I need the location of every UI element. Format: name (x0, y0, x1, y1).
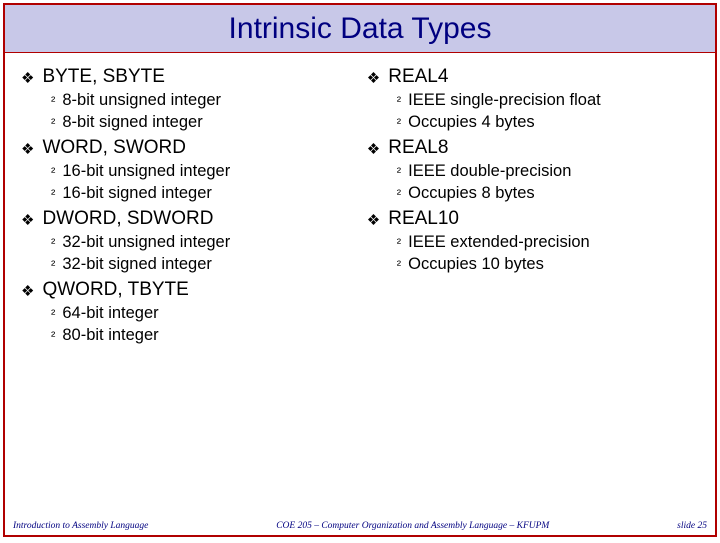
item-label: WORD, SWORD (42, 137, 186, 159)
sub-bullet-icon: ² (397, 115, 401, 130)
item-label: REAL10 (388, 208, 459, 230)
item-label: DWORD, SDWORD (42, 208, 213, 230)
sub-bullet-icon: ² (51, 257, 55, 272)
sub-bullet-icon: ² (51, 164, 55, 179)
list-subitem: ² IEEE single-precision float (397, 91, 699, 110)
diamond-bullet-icon: ❖ (367, 211, 380, 229)
subitem-label: 8-bit signed integer (62, 113, 202, 132)
sub-bullet-icon: ² (51, 328, 55, 343)
footer: Introduction to Assembly Language COE 20… (13, 521, 707, 531)
sub-bullet-icon: ² (51, 186, 55, 201)
sub-bullet-icon: ² (51, 306, 55, 321)
list-subitem: ² Occupies 4 bytes (397, 113, 699, 132)
list-subitem: ² Occupies 8 bytes (397, 184, 699, 203)
sub-bullet-icon: ² (397, 93, 401, 108)
subitem-label: Occupies 10 bytes (408, 255, 544, 274)
footer-left: Introduction to Assembly Language (13, 521, 148, 531)
item-label: REAL4 (388, 66, 448, 88)
sub-bullet-icon: ² (51, 235, 55, 250)
subitem-label: 32-bit unsigned integer (62, 233, 230, 252)
subitem-label: 8-bit unsigned integer (62, 91, 221, 110)
slide: Intrinsic Data Types ❖ BYTE, SBYTE ² 8-b… (3, 3, 717, 537)
footer-center: COE 205 – Computer Organization and Asse… (148, 521, 677, 531)
item-label: REAL8 (388, 137, 448, 159)
diamond-bullet-icon: ❖ (367, 69, 380, 87)
subitem-label: 64-bit integer (62, 304, 158, 323)
list-subitem: ² 80-bit integer (51, 326, 367, 345)
subitem-label: 32-bit signed integer (62, 255, 212, 274)
diamond-bullet-icon: ❖ (21, 69, 34, 87)
subitem-label: 16-bit signed integer (62, 184, 212, 203)
list-subitem: ² IEEE extended-precision (397, 233, 699, 252)
subitem-label: IEEE extended-precision (408, 233, 590, 252)
list-subitem: ² 16-bit unsigned integer (51, 162, 367, 181)
subitem-label: 16-bit unsigned integer (62, 162, 230, 181)
sub-bullet-icon: ² (51, 93, 55, 108)
sub-bullet-icon: ² (397, 164, 401, 179)
title-bar: Intrinsic Data Types (5, 5, 715, 53)
sub-bullet-icon: ² (397, 186, 401, 201)
subitem-label: Occupies 4 bytes (408, 113, 535, 132)
diamond-bullet-icon: ❖ (21, 211, 34, 229)
content-area: ❖ BYTE, SBYTE ² 8-bit unsigned integer ²… (5, 53, 715, 348)
list-item: ❖ REAL10 (367, 208, 699, 230)
subitem-label: 80-bit integer (62, 326, 158, 345)
list-item: ❖ WORD, SWORD (21, 137, 367, 159)
list-item: ❖ DWORD, SDWORD (21, 208, 367, 230)
slide-title: Intrinsic Data Types (229, 12, 492, 46)
diamond-bullet-icon: ❖ (21, 140, 34, 158)
list-subitem: ² Occupies 10 bytes (397, 255, 699, 274)
subitem-label: Occupies 8 bytes (408, 184, 535, 203)
subitem-label: IEEE double-precision (408, 162, 571, 181)
list-subitem: ² 8-bit signed integer (51, 113, 367, 132)
right-column: ❖ REAL4 ² IEEE single-precision float ² … (367, 61, 699, 348)
item-label: QWORD, TBYTE (42, 279, 188, 301)
footer-right: slide 25 (677, 521, 707, 531)
item-label: BYTE, SBYTE (42, 66, 164, 88)
list-subitem: ² 16-bit signed integer (51, 184, 367, 203)
sub-bullet-icon: ² (51, 115, 55, 130)
list-item: ❖ BYTE, SBYTE (21, 66, 367, 88)
list-item: ❖ QWORD, TBYTE (21, 279, 367, 301)
list-subitem: ² IEEE double-precision (397, 162, 699, 181)
sub-bullet-icon: ² (397, 257, 401, 272)
subitem-label: IEEE single-precision float (408, 91, 601, 110)
left-column: ❖ BYTE, SBYTE ² 8-bit unsigned integer ²… (21, 61, 367, 348)
diamond-bullet-icon: ❖ (367, 140, 380, 158)
diamond-bullet-icon: ❖ (21, 282, 34, 300)
sub-bullet-icon: ² (397, 235, 401, 250)
list-item: ❖ REAL4 (367, 66, 699, 88)
list-subitem: ² 64-bit integer (51, 304, 367, 323)
list-subitem: ² 32-bit unsigned integer (51, 233, 367, 252)
list-subitem: ² 32-bit signed integer (51, 255, 367, 274)
list-item: ❖ REAL8 (367, 137, 699, 159)
list-subitem: ² 8-bit unsigned integer (51, 91, 367, 110)
